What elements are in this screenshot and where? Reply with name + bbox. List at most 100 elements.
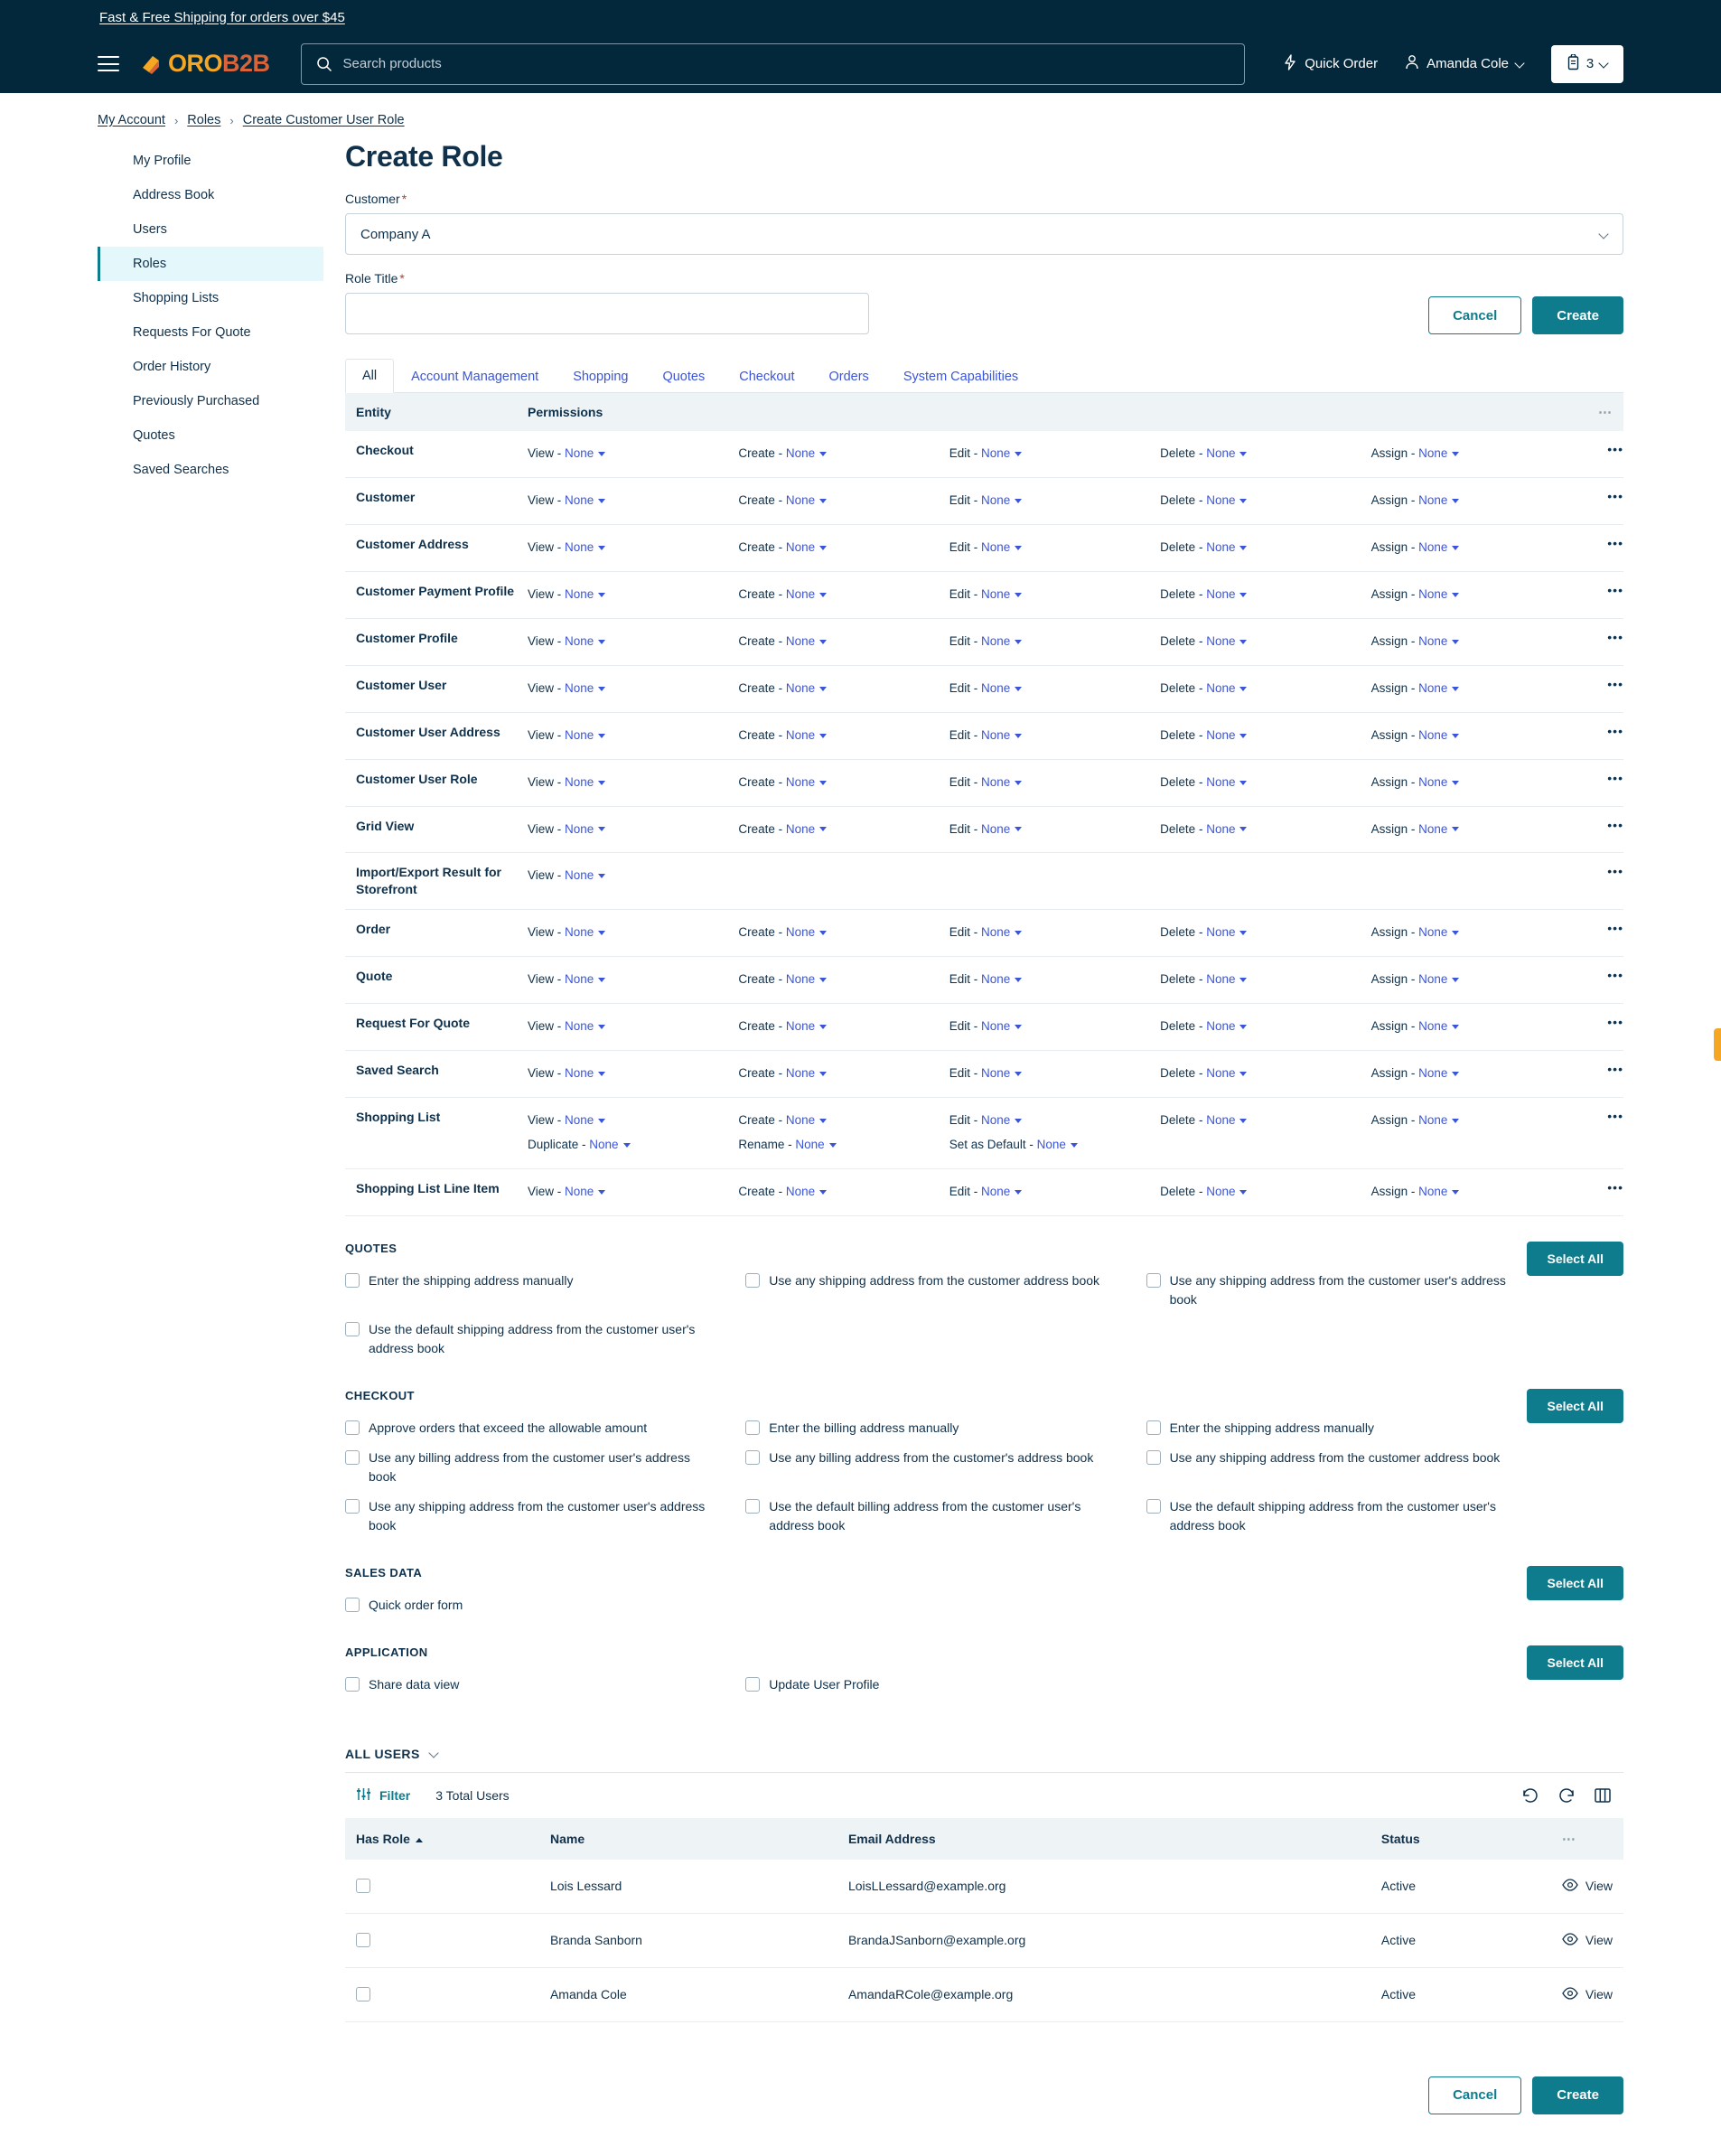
permission-view[interactable]: View - None [528, 442, 738, 466]
tab-account-management[interactable]: Account Management [394, 360, 556, 393]
select-all-button[interactable]: Select All [1527, 1565, 1623, 1600]
permission-view[interactable]: View - None [528, 921, 738, 945]
permission-edit[interactable]: Edit - None [949, 1015, 1160, 1039]
capability-checkbox-item[interactable]: Use any shipping address from the custom… [1146, 1443, 1547, 1492]
permission-value[interactable]: None [1418, 1019, 1447, 1033]
permission-delete[interactable]: Delete - None [1160, 724, 1370, 748]
permission-view[interactable]: View - None [528, 1180, 738, 1205]
permission-value[interactable]: None [981, 634, 1010, 648]
permission-value[interactable]: None [786, 634, 815, 648]
permission-create[interactable]: Create - None [738, 771, 949, 795]
permission-view[interactable]: View - None [528, 583, 738, 607]
tab-system-capabilities[interactable]: System Capabilities [886, 360, 1035, 393]
checkbox-icon[interactable] [345, 1321, 360, 1336]
permission-create[interactable]: Create - None [738, 921, 949, 945]
row-actions-icon[interactable]: ••• [1582, 1003, 1623, 1052]
permission-create[interactable]: Create - None [738, 1015, 949, 1039]
permission-value[interactable]: None [981, 540, 1010, 554]
column-options-icon[interactable]: ⋯ [1598, 405, 1613, 420]
row-actions-icon[interactable]: ••• [1582, 431, 1623, 478]
filter-button[interactable]: Filter [356, 1786, 410, 1804]
permission-edit[interactable]: Edit - None [949, 489, 1160, 513]
permission-value[interactable]: None [1418, 446, 1447, 460]
permission-value[interactable]: None [1206, 540, 1235, 554]
row-actions-icon[interactable]: ••• [1582, 806, 1623, 854]
permission-edit[interactable]: Edit - None [949, 968, 1160, 992]
cancel-button-bottom[interactable]: Cancel [1428, 2076, 1522, 2114]
permission-delete[interactable]: Delete - None [1160, 1015, 1370, 1039]
permission-value[interactable]: None [786, 1019, 815, 1033]
permission-value[interactable]: None [1206, 1066, 1235, 1080]
capability-checkbox-item[interactable]: Update User Profile [745, 1670, 1146, 1700]
checkbox-icon[interactable] [345, 1420, 360, 1435]
permission-value[interactable]: None [1418, 587, 1447, 601]
permission-value[interactable]: None [1418, 822, 1447, 836]
column-header-name[interactable]: Name [538, 1817, 837, 1860]
permission-value[interactable]: None [786, 925, 815, 939]
permission-value[interactable]: None [981, 1113, 1010, 1127]
sidebar-item-my-profile[interactable]: My Profile [98, 144, 323, 178]
permission-value[interactable]: None [981, 972, 1010, 986]
permission-value[interactable]: None [786, 1066, 815, 1080]
checkbox-icon[interactable] [345, 1597, 360, 1612]
quick-order-button[interactable]: Quick Order [1283, 53, 1378, 74]
permission-value[interactable]: None [1418, 775, 1447, 789]
permission-value[interactable]: None [565, 925, 594, 939]
permission-value[interactable]: None [1206, 1113, 1235, 1127]
cart-button[interactable]: 3 [1551, 44, 1623, 83]
permission-edit[interactable]: Edit - None [949, 630, 1160, 654]
permission-edit[interactable]: Edit - None [949, 442, 1160, 466]
permission-set-as-default[interactable]: Set as Default - None [949, 1133, 1160, 1158]
permission-value[interactable]: None [565, 1066, 594, 1080]
select-all-button[interactable]: Select All [1527, 1241, 1623, 1276]
permission-delete[interactable]: Delete - None [1160, 921, 1370, 945]
permission-assign[interactable]: Assign - None [1371, 818, 1582, 842]
permission-create[interactable]: Create - None [738, 1109, 949, 1133]
permission-create[interactable]: Create - None [738, 818, 949, 842]
row-actions-icon[interactable]: ••• [1582, 852, 1623, 911]
permission-edit[interactable]: Edit - None [949, 724, 1160, 748]
edge-feedback-tab[interactable] [1714, 1028, 1721, 1061]
permission-value[interactable]: None [1418, 972, 1447, 986]
permission-create[interactable]: Create - None [738, 489, 949, 513]
permission-assign[interactable]: Assign - None [1371, 1109, 1582, 1133]
permission-value[interactable]: None [786, 540, 815, 554]
permission-value[interactable]: None [786, 1185, 815, 1198]
capability-checkbox-item[interactable]: Use any billing address from the custome… [345, 1443, 745, 1492]
permission-assign[interactable]: Assign - None [1371, 724, 1582, 748]
permission-value[interactable]: None [981, 925, 1010, 939]
permission-edit[interactable]: Edit - None [949, 921, 1160, 945]
permission-delete[interactable]: Delete - None [1160, 536, 1370, 560]
checkbox-icon[interactable] [745, 1449, 761, 1465]
permission-view[interactable]: View - None [528, 1015, 738, 1039]
select-all-button[interactable]: Select All [1527, 1388, 1623, 1423]
permission-edit[interactable]: Edit - None [949, 771, 1160, 795]
permission-value[interactable]: None [589, 1138, 618, 1151]
tab-quotes[interactable]: Quotes [645, 360, 722, 393]
permission-value[interactable]: None [565, 540, 594, 554]
sidebar-item-previously-purchased[interactable]: Previously Purchased [98, 384, 323, 418]
capability-checkbox-item[interactable]: Use the default shipping address from th… [345, 1315, 745, 1364]
row-actions-icon[interactable]: ••• [1582, 1168, 1623, 1216]
permission-value[interactable]: None [1206, 728, 1235, 742]
permission-edit[interactable]: Edit - None [949, 1062, 1160, 1086]
permission-value[interactable]: None [1418, 925, 1447, 939]
checkbox-icon[interactable] [1146, 1498, 1161, 1514]
row-actions-icon[interactable]: ••• [1582, 1097, 1623, 1169]
checkbox-icon[interactable] [745, 1498, 761, 1514]
permission-view[interactable]: View - None [528, 630, 738, 654]
permission-value[interactable]: None [565, 1019, 594, 1033]
capability-checkbox-item[interactable]: Share data view [345, 1670, 745, 1700]
permission-view[interactable]: View - None [528, 818, 738, 842]
permission-value[interactable]: None [981, 728, 1010, 742]
column-settings-icon[interactable] [1593, 1786, 1613, 1805]
checkbox-icon[interactable] [745, 1676, 761, 1692]
permission-value[interactable]: None [1418, 728, 1447, 742]
permission-value[interactable]: None [786, 493, 815, 507]
permission-value[interactable]: None [786, 587, 815, 601]
breadcrumb-create-customer-user-role[interactable]: Create Customer User Role [243, 113, 405, 127]
permission-value[interactable]: None [1206, 972, 1235, 986]
permission-value[interactable]: None [1418, 1185, 1447, 1198]
permission-value[interactable]: None [565, 972, 594, 986]
tab-orders[interactable]: Orders [811, 360, 885, 393]
